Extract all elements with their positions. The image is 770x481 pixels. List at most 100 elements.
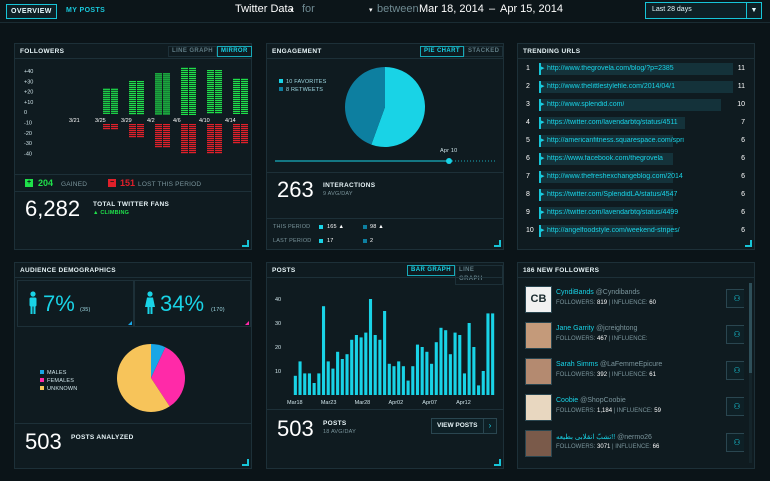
url-count: 6 [741, 209, 745, 216]
add-user-icon[interactable]: ⚇ [726, 325, 744, 344]
chevron-down-icon[interactable]: ▾ [290, 6, 294, 14]
url-row[interactable]: 5 ▸ http://americanfitness.squarespace.com… [520, 133, 751, 150]
post-bar [364, 332, 368, 395]
url-row[interactable]: 9 ▸ https://twitter.com/lavendarbtq/status… [520, 205, 751, 222]
avatar[interactable] [525, 430, 552, 457]
url-rank: 4 [526, 119, 530, 126]
url-link[interactable]: https://twitter.com/lavendarbtq/status/4… [547, 209, 678, 216]
post-bar [434, 342, 438, 395]
posts-panel: POSTS BAR GRAPH LINE GRAPH 10 20 30 40 Mar18… [266, 262, 504, 469]
gain-bar [155, 73, 162, 115]
url-link[interactable]: http://angelfoodstyle.com/weekend-stripe… [547, 227, 680, 234]
posts-avg: 18 AVG/DAY [323, 429, 356, 435]
data-source-title[interactable]: Twitter Data [235, 3, 294, 15]
corner-marker [245, 321, 249, 325]
caret-right-icon: ▸ [541, 101, 545, 108]
add-user-icon[interactable]: ⚇ [726, 433, 744, 452]
post-bar [326, 361, 330, 395]
gain-bar [129, 81, 136, 115]
scrollbar[interactable] [749, 283, 752, 463]
date-range-select[interactable]: Last 28 days ▼ [645, 2, 762, 19]
toggle-line-graph[interactable]: LINE GRAPH [168, 46, 218, 57]
view-posts-button[interactable]: VIEW POSTS › [431, 418, 497, 434]
chevron-down-icon[interactable]: ▼ [746, 3, 761, 18]
caret-right-icon: ▸ [541, 209, 545, 216]
url-link[interactable]: http://www.splendid.com/ [547, 101, 624, 108]
gain-bar [215, 70, 222, 114]
url-row[interactable]: 3 ▸ http://www.splendid.com/10 [520, 97, 751, 114]
url-row[interactable]: 8 ▸ https://twitter.com/SplendidLA/status/… [520, 187, 751, 204]
avatar[interactable] [525, 394, 552, 421]
follower-row[interactable]: Coobie @ShopCoobie FOLLOWERS: 1,184 | INF… [525, 391, 744, 424]
date-end[interactable]: Apr 15, 2014 [500, 3, 563, 15]
url-row[interactable]: 1 ▸ http://www.thegrovela.com/blog/?p=2385… [520, 61, 751, 78]
url-count: 6 [741, 155, 745, 162]
url-row[interactable]: 10 ▸ http://angelfoodstyle.com/weekend-str… [520, 223, 751, 240]
toggle-stacked[interactable]: STACKED [464, 46, 504, 57]
avatar[interactable]: CB [525, 286, 552, 313]
url-row[interactable]: 4 ▸ https://twitter.com/lavendarbtq/status… [520, 115, 751, 132]
url-link[interactable]: http://www.thelittlestylefile.com/2014/0… [547, 83, 675, 90]
post-bar [336, 351, 340, 395]
follower-row[interactable]: تشبّ انقلابی بطيعه!! @nermo26 FOLLOWERS: … [525, 427, 744, 460]
chevron-down-icon[interactable]: ▾ [369, 6, 373, 14]
url-link[interactable]: http://www.thegrovela.com/blog/?p=2385 [547, 65, 674, 72]
add-user-icon[interactable]: ⚇ [726, 289, 744, 308]
followers-panel: FOLLOWERS LINE GRAPH MIRROR +40 +30 +20 +10… [14, 43, 252, 250]
date-start[interactable]: Mar 18, 2014 [419, 3, 484, 15]
url-link[interactable]: https://www.facebook.com/thegrovela [547, 155, 663, 162]
follower-name[interactable]: CyndiBands @Cyndibands [556, 289, 640, 296]
post-bar [350, 339, 354, 395]
gained-label: GAINED [61, 181, 88, 188]
gain-bar [241, 78, 248, 114]
toggle-bar-graph[interactable]: BAR GRAPH [407, 265, 455, 276]
follower-name[interactable]: Coobie @ShopCoobie [556, 397, 626, 404]
url-row[interactable]: 2 ▸ http://www.thelittlestylefile.com/2014… [520, 79, 751, 96]
url-row[interactable]: 7 ▸ http://www.thefreshexchangeblog.com/20… [520, 169, 751, 186]
add-user-icon[interactable]: ⚇ [726, 361, 744, 380]
toggle-mirror[interactable]: MIRROR [217, 46, 252, 57]
follower-name[interactable]: Sarah Simms @LaFemmeEpicure [556, 361, 662, 368]
tab-overview[interactable]: OVERVIEW [6, 4, 57, 19]
avatar[interactable] [525, 322, 552, 349]
follower-row[interactable]: Sarah Simms @LaFemmeEpicure FOLLOWERS: 39… [525, 355, 744, 388]
loss-bar [189, 124, 196, 154]
loss-bar [233, 124, 240, 144]
tab-my-posts[interactable]: MY POSTS [62, 4, 109, 17]
x-tick-label: Apr12 [456, 400, 471, 406]
url-link[interactable]: https://twitter.com/lavendarbtq/status/4… [547, 119, 678, 126]
follower-stats: FOLLOWERS: 467 | INFLUENCE: [556, 336, 648, 342]
loss-bar [207, 124, 214, 154]
date-dash: – [489, 3, 496, 15]
add-user-icon[interactable]: ⚇ [726, 397, 744, 416]
this-period-swatch [363, 225, 367, 229]
date-range-value: Last 28 days [652, 6, 692, 13]
male-card: 7% (35) [17, 280, 134, 327]
follower-stats: FOLLOWERS: 819 | INFLUENCE: 60 [556, 300, 656, 306]
avatar[interactable] [525, 358, 552, 385]
corner-marker [242, 240, 249, 247]
trend-label: ▲ CLIMBING [93, 210, 130, 216]
post-bar [481, 371, 485, 395]
loss-bar [155, 124, 162, 148]
post-bar [415, 344, 420, 395]
url-rank: 9 [526, 209, 530, 216]
follower-name[interactable]: تشبّ انقلابی بطيعه!! @nermo26 [556, 433, 652, 441]
post-bar [453, 332, 457, 395]
url-link[interactable]: https://twitter.com/SplendidLA/status/45… [547, 191, 677, 198]
toggle-pie-chart[interactable]: PIE CHART [420, 46, 464, 57]
follower-row[interactable]: Jane Garrity @jcreightong FOLLOWERS: 467 … [525, 319, 744, 352]
url-link[interactable]: http://americanfitness.squarespace.com/s… [547, 137, 684, 144]
posts-analyzed-label: POSTS ANALYZED [71, 434, 134, 441]
follower-row[interactable]: CB CyndiBands @Cyndibands FOLLOWERS: 819 |… [525, 283, 744, 316]
lost-icon: − [108, 179, 116, 187]
loss-bar [181, 124, 188, 154]
timeline-slider[interactable] [267, 148, 503, 168]
url-link[interactable]: http://www.thefreshexchangeblog.com/2014 [547, 173, 683, 180]
url-row[interactable]: 6 ▸ https://www.facebook.com/thegrovela 6 [520, 151, 751, 168]
scrollbar-thumb[interactable] [749, 283, 752, 373]
gain-bar [137, 81, 144, 115]
y-tick-label: 0 [24, 110, 27, 116]
male-percent: 7% [43, 291, 75, 316]
follower-name[interactable]: Jane Garrity @jcreightong [556, 325, 637, 332]
